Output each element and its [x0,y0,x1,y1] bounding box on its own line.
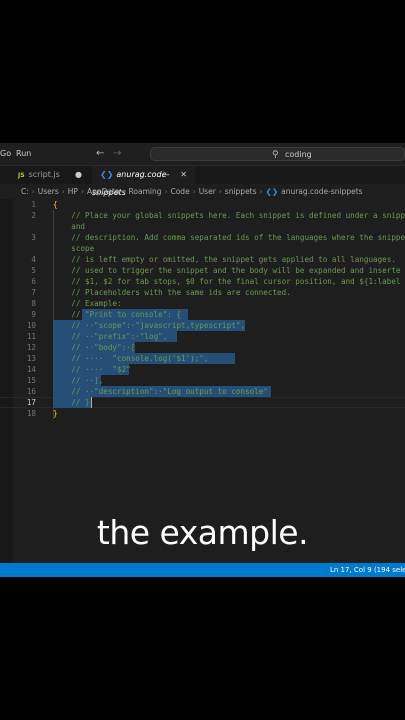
line-number: 2 [31,211,36,220]
line-number: 17 [26,398,36,407]
title-bar: Go Run ← → ⚲ coding [0,143,405,166]
js-file-icon: JS [18,172,25,179]
code-line-selected[interactable]: 14 // ···· "$2" [0,364,405,375]
status-bar: Ln 17, Col 9 (194 selecte [0,563,405,577]
tab-script-js[interactable]: JS script.js ● [12,166,92,184]
search-label: coding [285,150,312,159]
snippet-file-icon: ❮❯ [100,170,114,179]
line-number: 11 [26,332,36,341]
code-line-selected[interactable]: 12 // ··"body":·[ [0,342,405,353]
line-number: 13 [26,354,36,363]
arrow-right-icon[interactable]: → [113,143,121,165]
line-text: // Example: [53,299,122,308]
breadcrumb: C: › Users › HP › AppData › Roaming › Code › User › sn… [0,185,405,199]
breadcrumb-item[interactable]: Users [38,187,59,196]
line-number: 9 [31,310,36,319]
code-line[interactable]: 2 // Place your global snippets here. Ea… [0,210,405,221]
line-text: { [53,200,58,209]
text-cursor [91,397,92,408]
cursor-position-status[interactable]: Ln 17, Col 9 (194 selecte [330,563,405,577]
close-icon[interactable]: ✕ [180,166,187,184]
line-text: // is left empty or omitted, the snippet… [53,255,396,264]
line-text: } [53,409,58,418]
line-text: // ··"scope":·"javascript,typescript", [53,321,246,330]
code-line-selected[interactable]: 13 // ···· "console.log('$1');", [0,353,405,364]
line-text: // ··"description":·"Log output to conso… [53,387,268,396]
tab-anurag-code-snippets[interactable]: ❮❯ anurag.code-snippets ✕ [92,166,195,197]
line-number: 3 [31,233,36,242]
code-line-current[interactable]: 17 // } [0,397,405,408]
chevron-right-icon: › [192,187,196,196]
line-number: 10 [26,321,36,330]
line-text: // Place your global snippets here. Each… [53,211,405,220]
code-line-selected[interactable]: 15 // ··], [0,375,405,386]
line-number: 8 [31,299,36,308]
snippet-file-icon: ❮❯ [265,187,279,196]
line-number: 1 [31,200,36,209]
chevron-right-icon: › [80,187,84,196]
line-text: and [53,222,86,231]
line-number: 18 [26,409,36,418]
line-text: // ··], [53,376,104,385]
menu-go[interactable]: Go [0,143,11,165]
breadcrumb-item[interactable]: C: [21,187,29,196]
line-text: // description. Add comma separated ids … [53,233,405,242]
line-text: // $1, $2 for tab stops, $0 for the fina… [53,277,401,286]
code-line-selected[interactable]: 9 // "Print to console": { [0,309,405,320]
chevron-right-icon: › [164,187,168,196]
breadcrumb-item[interactable]: HP [68,187,78,196]
video-caption: the example. [96,513,309,552]
line-number: 14 [26,365,36,374]
line-number: 16 [26,387,36,396]
line-number: 4 [31,255,36,264]
chevron-right-icon: › [259,187,263,196]
line-number: 12 [26,343,36,352]
chevron-right-icon: › [122,187,126,196]
code-line-selected[interactable]: 11 // ··"prefix":·"log", [0,331,405,342]
code-line[interactable]: 8 // Example: [0,298,405,309]
line-number: 5 [31,266,36,275]
code-line[interactable]: 1{ [0,199,405,210]
line-number: 6 [31,277,36,286]
breadcrumb-item[interactable]: snippets [225,187,257,196]
breadcrumb-item[interactable]: Roaming [129,187,162,196]
line-text: // ···· "$2" [53,365,131,374]
chevron-right-icon: › [61,187,65,196]
line-number: 15 [26,376,36,385]
line-text: scope [53,244,95,253]
breadcrumb-item[interactable]: anurag.code-snippets [281,187,362,196]
breadcrumb-item[interactable]: AppData [87,187,120,196]
command-center-search[interactable]: ⚲ coding [150,147,405,161]
tab-label: script.js [28,170,60,179]
line-number: 7 [31,288,36,297]
line-text: // ···· "console.log('$1');", [53,354,209,363]
code-line[interactable]: 7 // Placeholders with the same ids are … [0,287,405,298]
code-line-wrap[interactable]: scope [0,243,405,254]
search-icon: ⚲ [272,150,279,160]
code-line-selected[interactable]: 10 // ··"scope":·"javascript,typescript"… [0,320,405,331]
code-line-wrap[interactable]: and [0,221,405,232]
modified-dot-icon[interactable]: ● [75,166,82,184]
line-text: // used to trigger the snippet and the b… [53,266,401,275]
code-editor[interactable]: 1{ 2 // Place your global snippets here.… [0,199,405,563]
code-line-selected[interactable]: 16 // ··"description":·"Log output to co… [0,386,405,397]
line-text: // "Print to console": { [53,310,182,319]
code-line[interactable]: 5 // used to trigger the snippet and the… [0,265,405,276]
breadcrumb-item[interactable]: User [199,187,216,196]
tab-bar: JS script.js ● ❮❯ anurag.code-snippets ✕ [0,166,405,197]
line-text: // } [53,398,90,407]
menu-run[interactable]: Run [16,143,31,165]
code-line[interactable]: 18} [0,408,405,419]
chevron-right-icon: › [31,187,35,196]
line-text: // ··"body":·[ [53,343,136,352]
line-text: // ··"prefix":·"log", [53,332,168,341]
vscode-window: Go Run ← → ⚲ coding JS script.js ● ❮❯ anur… [0,143,405,577]
chevron-right-icon: › [218,187,222,196]
line-text: // Placeholders with the same ids are co… [53,288,291,297]
code-line[interactable]: 4 // is left empty or omitted, the snipp… [0,254,405,265]
code-line[interactable]: 3 // description. Add comma separated id… [0,232,405,243]
code-line[interactable]: 6 // $1, $2 for tab stops, $0 for the fi… [0,276,405,287]
breadcrumb-item[interactable]: Code [170,187,189,196]
arrow-left-icon[interactable]: ← [96,143,104,165]
